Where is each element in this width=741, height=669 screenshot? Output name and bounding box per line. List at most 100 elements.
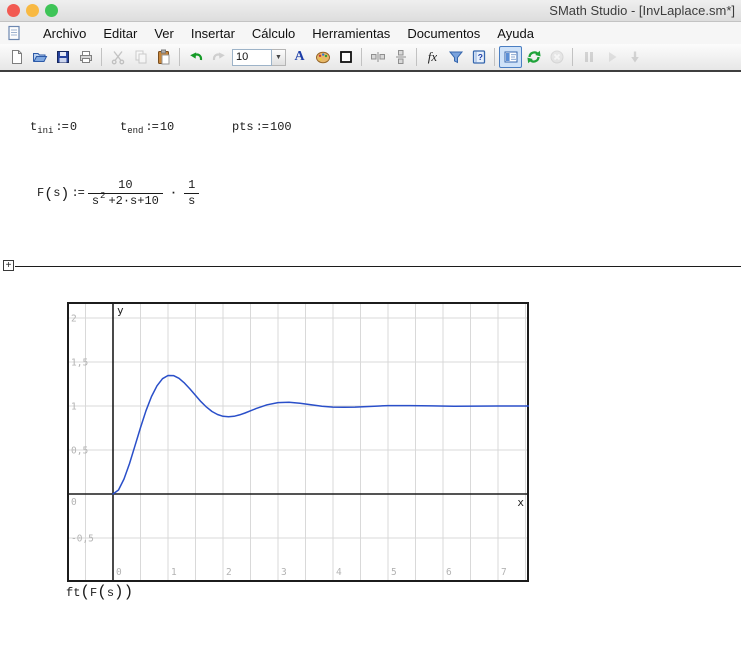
reference-book-button[interactable]: ?: [467, 46, 490, 68]
pause-button[interactable]: [577, 46, 600, 68]
menu-insertar[interactable]: Insertar: [191, 26, 235, 41]
definition-F-of-s[interactable]: F(s):= 10 s2+2·s+10 · 1 s: [37, 179, 201, 208]
redo-button[interactable]: [207, 46, 230, 68]
svg-text:x: x: [517, 496, 524, 509]
font-button[interactable]: A: [288, 46, 311, 68]
font-size-dropdown-arrow[interactable]: ▼: [272, 49, 286, 66]
fraction-main: 10 s2+2·s+10: [88, 179, 163, 208]
fraction-one-over-s: 1 s: [184, 179, 199, 208]
copy-icon: [133, 49, 149, 65]
svg-text:5: 5: [391, 567, 397, 578]
app-window: SMath Studio - [InvLaplace.sm*] Archivo …: [0, 0, 741, 669]
font-size-input[interactable]: 10: [232, 49, 272, 66]
svg-text:1: 1: [171, 567, 177, 578]
assign-operator: :=: [145, 120, 157, 134]
menu-bar: Archivo Editar Ver Insertar Cálculo Herr…: [0, 22, 741, 44]
worksheet[interactable]: tini:=0 tend:=10 pts:=100 F(s):= 10 s2+2…: [0, 72, 741, 669]
menu-herramientas[interactable]: Herramientas: [312, 26, 390, 41]
definition-t-ini[interactable]: tini:=0: [30, 120, 77, 135]
menu-ayuda[interactable]: Ayuda: [497, 26, 534, 41]
toolbar-separator: [101, 48, 102, 66]
svg-text:y: y: [117, 304, 124, 317]
refresh-icon: [526, 49, 542, 65]
step-down-arrow-icon: [627, 49, 643, 65]
paste-clipboard-icon: [156, 49, 172, 65]
font-letter-icon: A: [294, 49, 304, 65]
svg-text:2: 2: [226, 567, 232, 578]
caption-fn: ft: [66, 586, 80, 600]
function-button[interactable]: fx: [421, 46, 444, 68]
toolbar-separator: [179, 48, 180, 66]
svg-text:-0,5: -0,5: [71, 534, 94, 545]
align-horizontal-button[interactable]: [366, 46, 389, 68]
denominator: s2+2·s+10: [88, 195, 163, 208]
menu-editar[interactable]: Editar: [103, 26, 137, 41]
menu-ver[interactable]: Ver: [154, 26, 174, 41]
align-vertical-button[interactable]: [389, 46, 412, 68]
response-plot[interactable]: 21,510,50-0,501234567yx: [67, 302, 529, 582]
font-size-combo: 10 ▼: [232, 49, 286, 66]
play-icon: [604, 49, 620, 65]
function-arg: s: [53, 187, 60, 200]
definition-pts[interactable]: pts:=100: [232, 120, 292, 134]
print-button[interactable]: [74, 46, 97, 68]
math-value: 100: [270, 120, 292, 134]
recalculate-button[interactable]: [522, 46, 545, 68]
open-folder-icon: [32, 49, 48, 65]
plot-caption[interactable]: ft(F(s)): [66, 584, 133, 602]
title-bar: SMath Studio - [InvLaplace.sm*]: [0, 0, 741, 22]
new-button[interactable]: [5, 46, 28, 68]
cut-button[interactable]: [106, 46, 129, 68]
copy-button[interactable]: [129, 46, 152, 68]
den-base: s: [92, 195, 99, 208]
side-panel-toggle-button[interactable]: [499, 46, 522, 68]
save-floppy-icon: [55, 49, 71, 65]
paren-close: ): [60, 188, 69, 201]
save-button[interactable]: [51, 46, 74, 68]
definition-t-end[interactable]: tend:=10: [120, 120, 174, 135]
math-var: t: [120, 120, 127, 134]
svg-text:0,5: 0,5: [71, 446, 88, 457]
menu-calculo[interactable]: Cálculo: [252, 26, 295, 41]
svg-text:1,5: 1,5: [71, 358, 88, 369]
numerator: 10: [114, 179, 136, 192]
toolbar-separator: [361, 48, 362, 66]
assign-operator: :=: [256, 120, 268, 134]
debug-step-button[interactable]: [623, 46, 646, 68]
border-button[interactable]: [334, 46, 357, 68]
menu-archivo[interactable]: Archivo: [43, 26, 86, 41]
toolbar: 10 ▼ A: [0, 44, 741, 72]
new-document-icon: [9, 49, 25, 65]
undo-arrow-icon: [188, 49, 204, 65]
fx-icon: fx: [428, 49, 437, 65]
pause-icon: [581, 49, 597, 65]
window-title: SMath Studio - [InvLaplace.sm*]: [58, 3, 741, 18]
open-button[interactable]: [28, 46, 51, 68]
interrupt-button[interactable]: [545, 46, 568, 68]
undo-button[interactable]: [184, 46, 207, 68]
paren-open: (: [80, 583, 90, 601]
paste-button[interactable]: [152, 46, 175, 68]
help-book-icon: ?: [471, 49, 487, 65]
document-icon[interactable]: [6, 25, 22, 41]
toolbar-separator: [416, 48, 417, 66]
svg-text:7: 7: [501, 567, 507, 578]
paren-open: (: [97, 583, 107, 601]
area-separator-line: [15, 266, 741, 267]
caption-inner-arg: s: [107, 586, 114, 600]
menu-documentos[interactable]: Documentos: [407, 26, 480, 41]
close-button[interactable]: [7, 4, 20, 17]
denominator: s: [184, 195, 199, 208]
debug-run-button[interactable]: [600, 46, 623, 68]
palette-icon: [315, 49, 331, 65]
align-horizontal-icon: [370, 49, 386, 65]
math-value: 0: [70, 120, 77, 134]
paren-close: ): [114, 583, 124, 601]
plot-filter-button[interactable]: [444, 46, 467, 68]
color-palette-button[interactable]: [311, 46, 334, 68]
minimize-button[interactable]: [26, 4, 39, 17]
zoom-button[interactable]: [45, 4, 58, 17]
funnel-filter-icon: [448, 49, 464, 65]
area-expand-toggle[interactable]: +: [3, 260, 14, 271]
svg-text:6: 6: [446, 567, 452, 578]
